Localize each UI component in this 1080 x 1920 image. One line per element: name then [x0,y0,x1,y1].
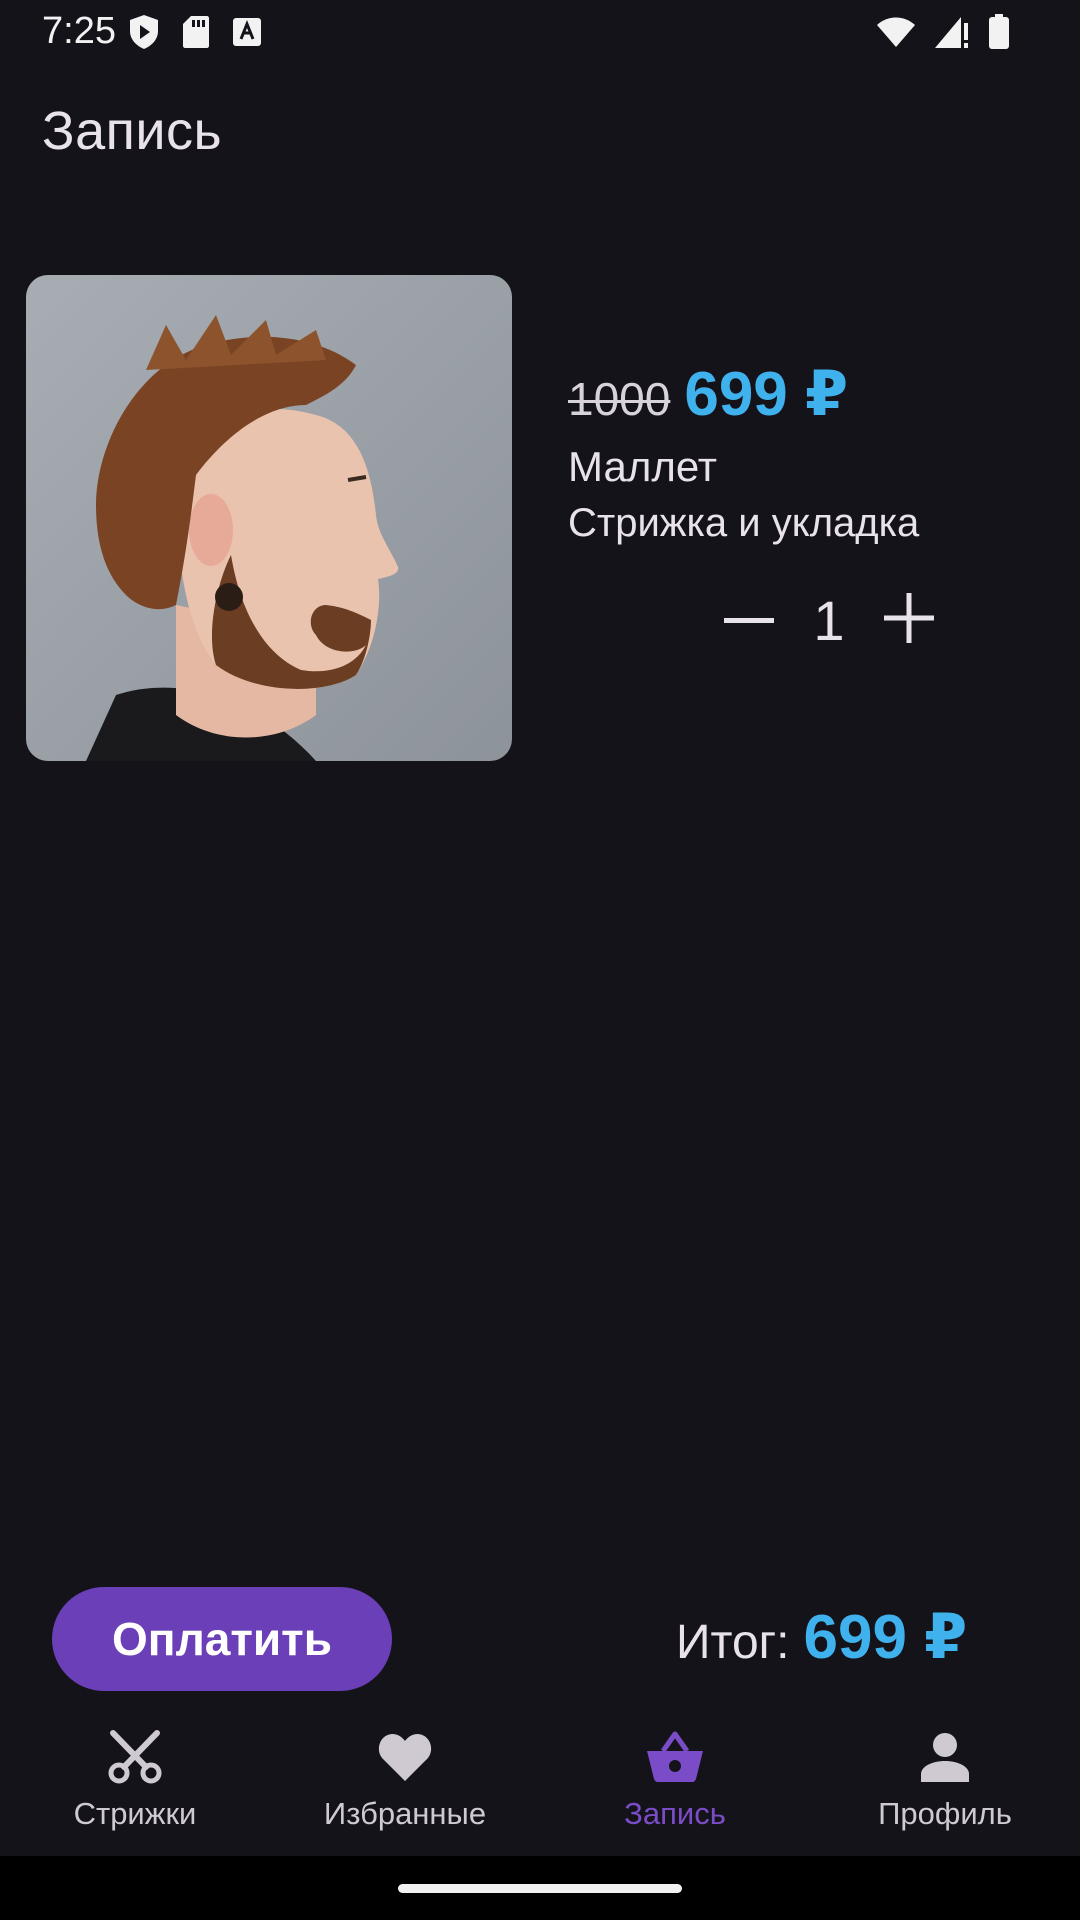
nav-label-profile: Профиль [878,1796,1012,1831]
battery-icon [988,14,1010,50]
plus-icon [884,592,934,648]
item-description: Стрижка и укладка [568,501,920,545]
item-name: Маллет [568,443,718,490]
old-price: 1000 [568,373,671,425]
nav-label-booking: Запись [624,1796,726,1831]
increment-button[interactable] [874,585,944,655]
home-gesture-handle[interactable] [398,1884,682,1893]
scissors-icon [107,1726,163,1788]
quantity-stepper: 1 [714,585,944,655]
basket-icon [645,1726,705,1788]
minus-icon [724,611,774,629]
status-icons-right [876,14,1010,50]
bottom-nav: Стрижки Избранные Запись Профиль [0,1712,1080,1852]
nav-item-profile[interactable]: Профиль [810,1712,1080,1852]
nav-label-favorites: Избранные [323,1796,487,1831]
person-icon [921,1726,969,1788]
haircut-photo [26,275,512,761]
heart-icon [377,1726,433,1788]
cart-item-card: 1000 699 ₽ Маллет Стрижка и укладка 1 [26,275,1056,761]
sd-card-icon [182,15,210,49]
status-bar: 7:25 [0,0,1080,64]
page-title: Запись [42,101,223,161]
nav-item-booking[interactable]: Запись [540,1712,810,1852]
decrement-button[interactable] [714,585,784,655]
font-a-icon [232,17,262,47]
total-label: Итог: [676,1616,790,1669]
system-gesture-area [0,1856,1080,1920]
signal-alert-icon [934,15,970,49]
pay-button[interactable]: Оплатить [52,1587,392,1691]
status-icons-left [128,14,262,50]
quantity-value: 1 [813,588,845,652]
total-value: 699 ₽ [803,1603,968,1672]
nav-label-haircuts: Стрижки [73,1796,197,1831]
status-time: 7:25 [42,10,116,52]
shield-play-icon [128,14,160,50]
new-price: 699 ₽ [684,360,849,429]
price-row: 1000 699 ₽ [568,357,848,430]
nav-item-haircuts[interactable]: Стрижки [0,1712,270,1852]
nav-item-favorites[interactable]: Избранные [270,1712,540,1852]
total: Итог: 699 ₽ [676,1600,967,1673]
wifi-icon [876,16,916,48]
